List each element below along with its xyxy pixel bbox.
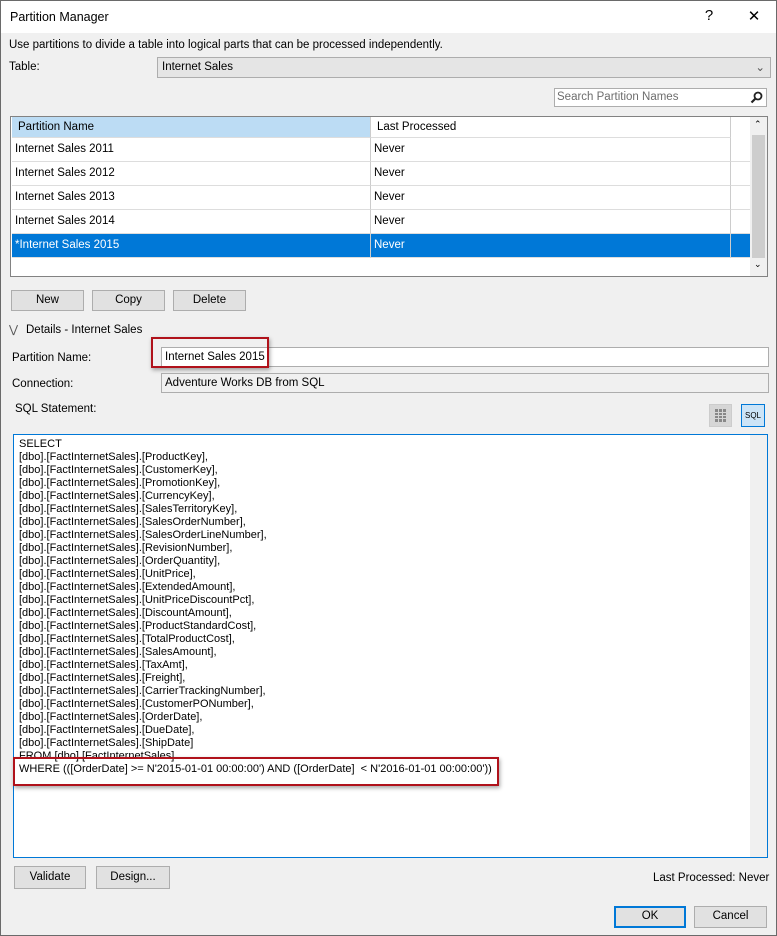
sql-line: [dbo].[FactInternetSales].[ProductKey],: [19, 451, 208, 463]
sql-line: [dbo].[FactInternetSales].[UnitPriceDisc…: [19, 594, 255, 606]
last-processed-cell[interactable]: Never: [371, 234, 731, 258]
where-clause-highlight: [13, 757, 499, 786]
table-select-value: Internet Sales: [162, 61, 233, 73]
delete-button[interactable]: Delete: [173, 290, 246, 311]
sql-line: [dbo].[FactInternetSales].[ProductStanda…: [19, 620, 257, 632]
sql-line: [dbo].[FactInternetSales].[SalesOrderNum…: [19, 516, 246, 528]
sql-line: [dbo].[FactInternetSales].[Freight],: [19, 672, 186, 684]
table-grid-icon: [715, 409, 726, 422]
sql-line: [dbo].[FactInternetSales].[SalesOrderLin…: [19, 529, 267, 541]
search-input[interactable]: Search Partition Names: [554, 88, 767, 107]
sql-line: [dbo].[FactInternetSales].[DiscountAmoun…: [19, 607, 232, 619]
grid-scrollbar[interactable]: ⌃ ⌄: [750, 117, 767, 276]
chevron-down-icon: ⌄: [755, 62, 765, 74]
title-bar: [1, 1, 776, 33]
last-processed-cell[interactable]: Never: [371, 162, 731, 186]
last-processed-cell[interactable]: Never: [371, 210, 731, 234]
sql-line: [dbo].[FactInternetSales].[UnitPrice],: [19, 568, 196, 580]
window-title: Partition Manager: [10, 10, 109, 24]
sql-line: [dbo].[FactInternetSales].[ShipDate]: [19, 737, 194, 749]
partition-name-label: Partition Name:: [12, 352, 92, 364]
sql-line: [dbo].[FactInternetSales].[SalesAmount],: [19, 646, 217, 658]
column-header-last-processed[interactable]: Last Processed: [371, 117, 731, 138]
search-placeholder: Search Partition Names: [557, 91, 679, 103]
partition-grid: Partition Name Last Processed Internet S…: [10, 116, 768, 277]
column-header-partition-name[interactable]: Partition Name: [12, 117, 371, 138]
sql-line: [dbo].[FactInternetSales].[ExtendedAmoun…: [19, 581, 236, 593]
table-select[interactable]: Internet Sales ⌄: [157, 57, 771, 78]
copy-button[interactable]: Copy: [92, 290, 165, 311]
sql-line: [dbo].[FactInternetSales].[PromotionKey]…: [19, 477, 221, 489]
details-heading: Details - Internet Sales: [26, 324, 143, 336]
sql-line: [dbo].[FactInternetSales].[CurrencyKey],: [19, 490, 215, 502]
help-button[interactable]: ?: [694, 7, 724, 24]
row-spacer-cell: [731, 210, 750, 234]
partition-name-cell[interactable]: Internet Sales 2013: [12, 186, 371, 210]
search-icon: [750, 91, 763, 104]
partition-name-cell[interactable]: Internet Sales 2011: [12, 138, 371, 162]
sql-line: [dbo].[FactInternetSales].[CustomerPONum…: [19, 698, 254, 710]
collapse-chevron-icon[interactable]: ⋁: [9, 323, 18, 336]
new-button[interactable]: New: [11, 290, 84, 311]
sql-line: [dbo].[FactInternetSales].[OrderDate],: [19, 711, 203, 723]
connection-label: Connection:: [12, 378, 74, 390]
sql-scrollbar[interactable]: [750, 435, 767, 857]
sql-line: [dbo].[FactInternetSales].[DueDate],: [19, 724, 195, 736]
close-button[interactable]: ✕: [739, 7, 769, 25]
sql-line: [dbo].[FactInternetSales].[SalesTerritor…: [19, 503, 238, 515]
last-processed-status: Last Processed: Never: [653, 872, 770, 884]
sql-line: [dbo].[FactInternetSales].[CarrierTracki…: [19, 685, 266, 697]
table-label: Table:: [9, 61, 40, 73]
row-spacer-cell: [731, 162, 750, 186]
sql-line: [dbo].[FactInternetSales].[OrderQuantity…: [19, 555, 221, 567]
row-spacer-cell: [731, 138, 750, 162]
last-processed-cell[interactable]: Never: [371, 186, 731, 210]
sql-line: [dbo].[FactInternetSales].[TotalProductC…: [19, 633, 235, 645]
sql-line: [dbo].[FactInternetSales].[RevisionNumbe…: [19, 542, 233, 554]
cancel-button[interactable]: Cancel: [694, 906, 767, 928]
scroll-up-icon[interactable]: ⌃: [754, 119, 762, 130]
sql-line: [dbo].[FactInternetSales].[CustomerKey],: [19, 464, 218, 476]
last-processed-cell[interactable]: Never: [371, 138, 731, 162]
design-button[interactable]: Design...: [96, 866, 170, 889]
row-spacer-cell: [731, 186, 750, 210]
row-spacer-cell: [731, 234, 750, 258]
scroll-thumb[interactable]: [752, 135, 765, 258]
partition-name-cell[interactable]: Internet Sales 2014: [12, 210, 371, 234]
connection-field[interactable]: Adventure Works DB from SQL: [161, 373, 769, 393]
sql-toggle-button[interactable]: SQL: [741, 404, 765, 427]
partition-name-cell[interactable]: Internet Sales 2012: [12, 162, 371, 186]
query-designer-toggle[interactable]: [709, 404, 732, 427]
sql-line: SELECT: [19, 438, 62, 450]
sql-editor[interactable]: SELECT [dbo].[FactInternetSales].[Product…: [13, 434, 768, 858]
partition-name-cell[interactable]: *Internet Sales 2015: [12, 234, 371, 258]
validate-button[interactable]: Validate: [14, 866, 86, 889]
sql-line: [dbo].[FactInternetSales].[TaxAmt],: [19, 659, 188, 671]
sql-statement-label: SQL Statement:: [15, 403, 97, 415]
highlight-box: [151, 337, 269, 368]
ok-button[interactable]: OK: [614, 906, 686, 928]
scroll-down-icon[interactable]: ⌄: [754, 259, 762, 270]
description-text: Use partitions to divide a table into lo…: [9, 39, 443, 51]
